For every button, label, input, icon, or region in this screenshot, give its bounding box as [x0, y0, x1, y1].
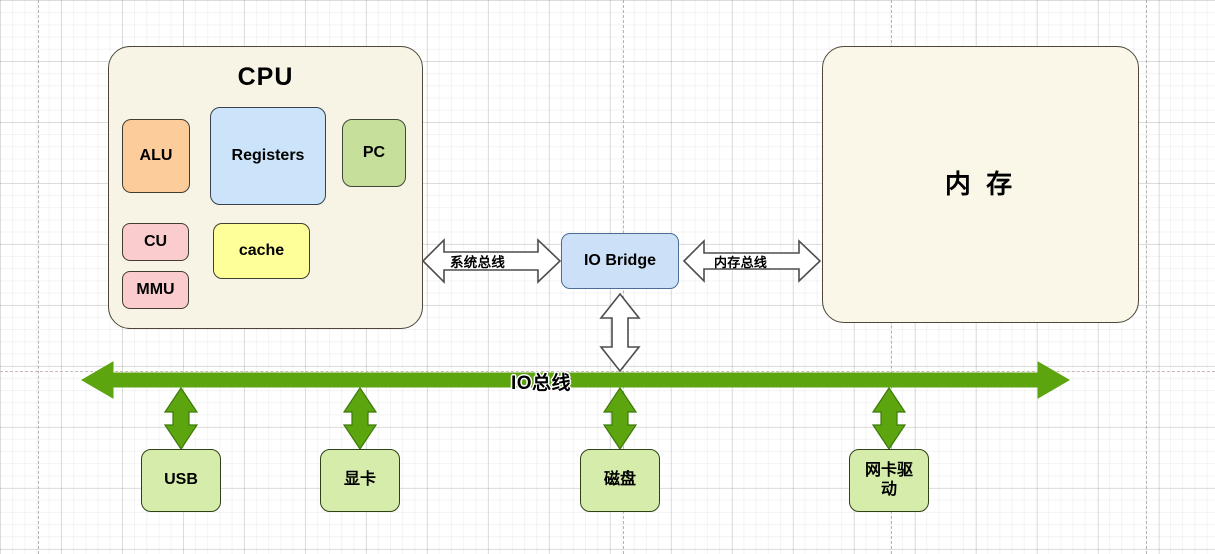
memory-bus-label: 内存总线	[714, 255, 768, 270]
diagram-canvas: CPU ALU CU MMU Registers PC cache 内 存 IO…	[0, 0, 1215, 554]
io-bus-label: IO总线	[511, 373, 572, 394]
usb-connector-arrow	[163, 386, 199, 451]
disk-connector-arrow	[602, 386, 638, 451]
cpu-title: CPU	[237, 63, 294, 91]
device-nic[interactable]: 网卡驱 动	[849, 449, 929, 512]
cpu-unit-pc[interactable]: PC	[342, 119, 406, 187]
guide-line-horizontal-io-bus	[0, 371, 1215, 372]
system-bus-label: 系统总线	[450, 255, 506, 270]
cpu-unit-alu[interactable]: ALU	[122, 119, 190, 193]
device-usb[interactable]: USB	[141, 449, 221, 512]
cpu-unit-registers[interactable]: Registers	[210, 107, 326, 205]
guide-line-vertical-left	[38, 0, 39, 554]
cpu-unit-cache[interactable]: cache	[213, 223, 310, 279]
io-bus-arrow	[81, 361, 1070, 399]
iobridge-to-iobus-arrow	[599, 292, 641, 373]
cpu-unit-cu[interactable]: CU	[122, 223, 189, 261]
memory-box[interactable]: 内 存	[822, 46, 1139, 323]
device-disk[interactable]: 磁盘	[580, 449, 660, 512]
guide-line-vertical-far-right	[1146, 0, 1147, 554]
device-gpu[interactable]: 显卡	[320, 449, 400, 512]
nic-connector-arrow	[871, 386, 907, 451]
gpu-connector-arrow	[342, 386, 378, 451]
io-bridge-box[interactable]: IO Bridge	[561, 233, 679, 289]
cpu-unit-mmu[interactable]: MMU	[122, 271, 189, 309]
